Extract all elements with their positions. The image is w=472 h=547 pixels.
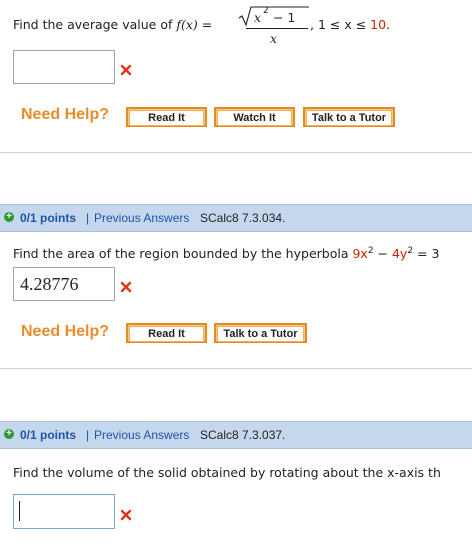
q1-answer-input[interactable]	[13, 50, 115, 84]
talk-to-tutor-button[interactable]: Talk to a Tutor	[303, 107, 395, 127]
previous-answers-link[interactable]: Previous Answers	[94, 211, 189, 225]
text-cursor	[19, 501, 20, 521]
divider	[0, 152, 472, 153]
q2-prompt: Find the area of the region bounded by t…	[13, 246, 440, 262]
q2-answer-input[interactable]: 4.28776	[13, 267, 115, 301]
need-help-label: Need Help?	[21, 323, 110, 340]
divider	[0, 368, 472, 369]
talk-to-tutor-button[interactable]: Talk to a Tutor	[214, 323, 307, 343]
fraction-bar	[246, 28, 308, 29]
previous-answers-link[interactable]: Previous Answers	[94, 428, 189, 442]
q1-fraction: x 2 − 1 x	[238, 5, 310, 47]
cross-icon	[120, 64, 132, 76]
plus-icon[interactable]: +	[4, 429, 14, 439]
q3-header: + 0/1 points | Previous Answers SCalc8 7…	[0, 421, 472, 449]
q1-prompt: Find the average value of f(x) =	[13, 17, 213, 32]
read-it-button[interactable]: Read It	[126, 323, 207, 343]
q3-answer-input[interactable]	[13, 494, 115, 529]
watch-it-button[interactable]: Watch It	[214, 107, 295, 127]
q1-interval: , 1 ≤ x ≤ 10.	[310, 17, 391, 32]
cross-icon	[120, 281, 132, 293]
need-help-label: Need Help?	[21, 106, 110, 123]
cross-icon	[120, 509, 132, 521]
read-it-button[interactable]: Read It	[126, 107, 207, 127]
q3-prompt: Find the volume of the solid obtained by…	[13, 465, 441, 480]
plus-icon[interactable]: +	[4, 212, 14, 222]
q2-header: + 0/1 points | Previous Answers SCalc8 7…	[0, 204, 472, 232]
